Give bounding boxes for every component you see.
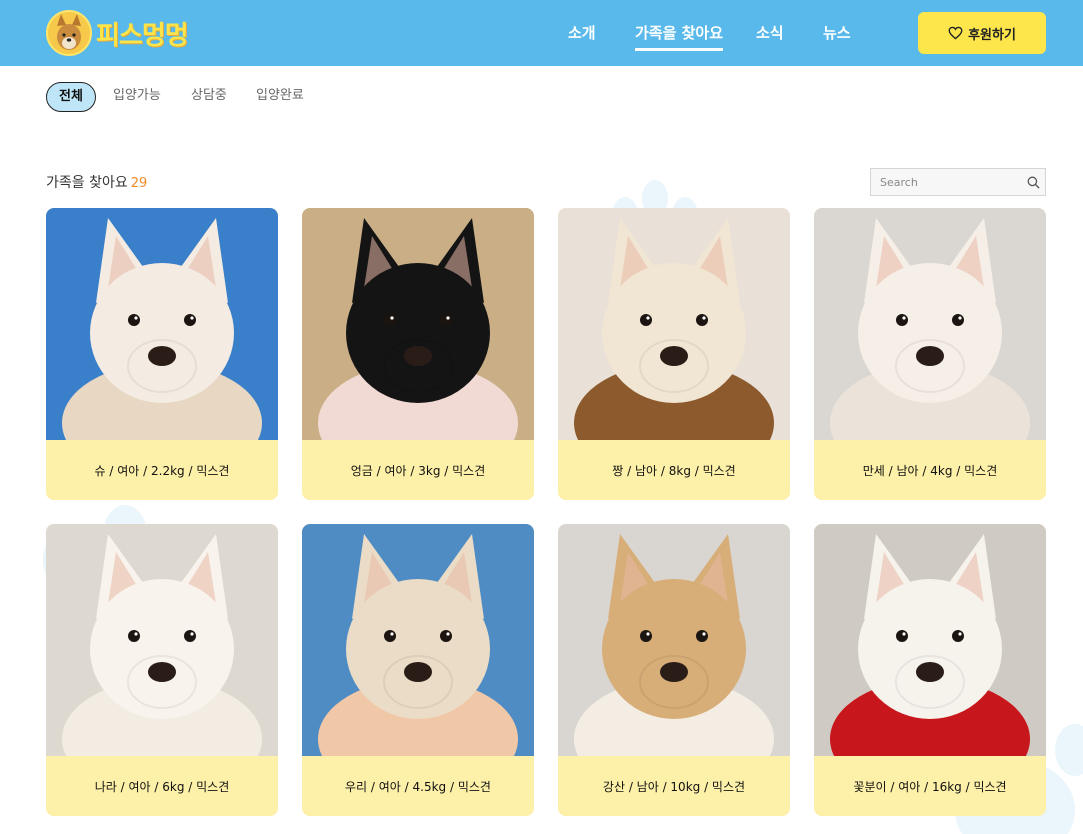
site-header: 피스멍멍 소개 가족을 찾아요 소식 뉴스 후원하기	[0, 0, 1083, 66]
dog-card[interactable]: 우리 / 여아 / 4.5kg / 믹스견	[302, 524, 534, 816]
logo-dog-icon	[46, 10, 92, 56]
dog-photo[interactable]	[558, 524, 790, 756]
filter-available[interactable]: 입양가능	[113, 82, 161, 112]
dog-card[interactable]: 나라 / 여아 / 6kg / 믹스견	[46, 524, 278, 816]
search-input[interactable]	[871, 169, 1021, 195]
dog-card-caption: 나라 / 여아 / 6kg / 믹스견	[46, 756, 278, 816]
site-logo[interactable]: 피스멍멍	[46, 9, 189, 57]
dog-card-caption: 우리 / 여아 / 4.5kg / 믹스견	[302, 756, 534, 816]
dog-card[interactable]: 꽃분이 / 여아 / 16kg / 믹스견	[814, 524, 1046, 816]
search-box	[870, 168, 1046, 196]
dog-photo[interactable]	[814, 524, 1046, 756]
dog-photo[interactable]	[302, 524, 534, 756]
section-title: 가족을 찾아요 29	[46, 172, 147, 192]
dog-card-caption: 꽃분이 / 여아 / 16kg / 믹스견	[814, 756, 1046, 816]
nav-item-news[interactable]: 뉴스	[823, 22, 851, 43]
heart-icon	[948, 26, 963, 40]
dog-card-caption: 만세 / 남아 / 4kg / 믹스견	[814, 440, 1046, 500]
nav-item-intro[interactable]: 소개	[568, 22, 596, 43]
dog-card[interactable]: 슈 / 여아 / 2.2kg / 믹스견	[46, 208, 278, 500]
donate-label: 후원하기	[968, 27, 1016, 43]
dog-card-caption: 엉금 / 여아 / 3kg / 믹스견	[302, 440, 534, 500]
search-icon[interactable]	[1027, 176, 1040, 189]
dog-card[interactable]: 엉금 / 여아 / 3kg / 믹스견	[302, 208, 534, 500]
dog-photo[interactable]	[46, 524, 278, 756]
dog-card-caption: 강산 / 남아 / 10kg / 믹스견	[558, 756, 790, 816]
dog-photo[interactable]	[302, 208, 534, 440]
nav-item-find-family[interactable]: 가족을 찾아요	[635, 22, 724, 51]
dog-card-caption: 슈 / 여아 / 2.2kg / 믹스견	[46, 440, 278, 500]
filter-all[interactable]: 전체	[46, 82, 96, 112]
nav-item-news-updates[interactable]: 소식	[756, 22, 784, 43]
donate-button[interactable]: 후원하기	[918, 12, 1046, 54]
logo-text: 피스멍멍	[96, 20, 189, 51]
dog-photo[interactable]	[46, 208, 278, 440]
dog-count-badge: 29	[130, 176, 148, 191]
dog-photo[interactable]	[814, 208, 1046, 440]
filter-adopted[interactable]: 입양완료	[256, 82, 304, 112]
dog-card-caption: 짱 / 남아 / 8kg / 믹스견	[558, 440, 790, 500]
dog-card[interactable]: 만세 / 남아 / 4kg / 믹스견	[814, 208, 1046, 500]
section-title-text: 가족을 찾아요	[46, 175, 128, 191]
dog-card[interactable]: 강산 / 남아 / 10kg / 믹스견	[558, 524, 790, 816]
dog-photo[interactable]	[558, 208, 790, 440]
dog-card[interactable]: 짱 / 남아 / 8kg / 믹스견	[558, 208, 790, 500]
filter-in-consultation[interactable]: 상담중	[191, 82, 227, 112]
